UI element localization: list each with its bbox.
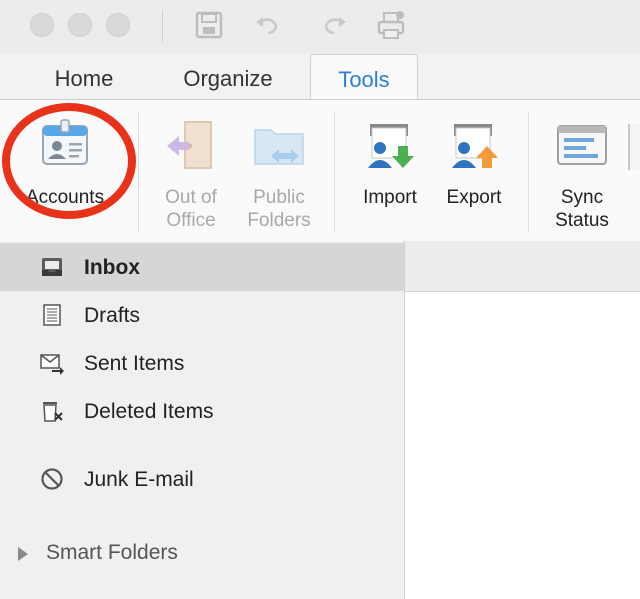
- message-list-header: [405, 241, 640, 292]
- folder-drafts[interactable]: Drafts: [0, 291, 404, 339]
- junk-icon: [41, 468, 63, 490]
- zoom-window-button[interactable]: [106, 13, 130, 37]
- drafts-icon: [43, 304, 61, 326]
- deleted-items-icon: [43, 402, 63, 422]
- ribbon-overflow-button[interactable]: [628, 124, 640, 170]
- folder-label: Inbox: [84, 256, 140, 279]
- out-of-office-button[interactable]: Out of Office: [152, 100, 230, 240]
- ribbon-tabs: Home Organize Tools: [0, 54, 640, 101]
- minimize-window-button[interactable]: [68, 13, 92, 37]
- close-window-button[interactable]: [30, 13, 54, 37]
- undo-icon[interactable]: [252, 10, 282, 40]
- folder-label: Drafts: [84, 304, 141, 327]
- window-titlebar: [0, 0, 640, 54]
- print-icon[interactable]: [376, 10, 406, 40]
- folder-inbox[interactable]: Inbox: [0, 243, 404, 291]
- public-folders-label: Public Folders: [247, 187, 311, 231]
- tab-organize[interactable]: Organize: [160, 54, 296, 100]
- import-button[interactable]: Import: [352, 100, 428, 240]
- folder-sidebar: Inbox Drafts Sent Items Deleted Items Ju…: [0, 241, 405, 599]
- sync-status-icon: [557, 125, 607, 165]
- save-icon[interactable]: [194, 10, 224, 40]
- inbox-icon: [42, 258, 62, 276]
- folder-label: Deleted Items: [84, 400, 214, 423]
- tab-tools[interactable]: Tools: [310, 54, 418, 101]
- toolbar-divider: [162, 10, 163, 42]
- sync-status-button[interactable]: Sync Status: [542, 100, 622, 240]
- public-folders-button[interactable]: Public Folders: [236, 100, 322, 240]
- sent-items-icon: [40, 354, 64, 375]
- smart-folders-group[interactable]: Smart Folders: [0, 535, 404, 575]
- disclosure-triangle-icon[interactable]: [18, 547, 28, 561]
- import-icon: [368, 124, 414, 168]
- door-arrow-icon: [167, 121, 212, 169]
- import-label: Import: [363, 187, 417, 208]
- ribbon-divider: [334, 112, 335, 232]
- tab-home[interactable]: Home: [38, 54, 130, 100]
- folder-sent-items[interactable]: Sent Items: [0, 339, 404, 387]
- message-list[interactable]: [405, 292, 640, 599]
- sync-status-label: Sync Status: [555, 187, 609, 231]
- folder-deleted-items[interactable]: Deleted Items: [0, 387, 404, 435]
- folder-label: Junk E-mail: [84, 468, 194, 491]
- folder-label: Sent Items: [84, 352, 185, 375]
- ribbon-divider: [138, 112, 139, 232]
- smart-folders-label: Smart Folders: [46, 541, 178, 564]
- export-label: Export: [446, 187, 502, 208]
- export-icon: [452, 124, 498, 168]
- folder-junk-email[interactable]: Junk E-mail: [0, 455, 404, 503]
- ribbon-divider: [528, 112, 529, 232]
- export-button[interactable]: Export: [436, 100, 512, 240]
- highlight-circle: [2, 103, 136, 219]
- out-of-office-label: Out of Office: [165, 187, 217, 231]
- redo-icon[interactable]: [320, 10, 350, 40]
- folder-arrows-icon: [254, 129, 304, 165]
